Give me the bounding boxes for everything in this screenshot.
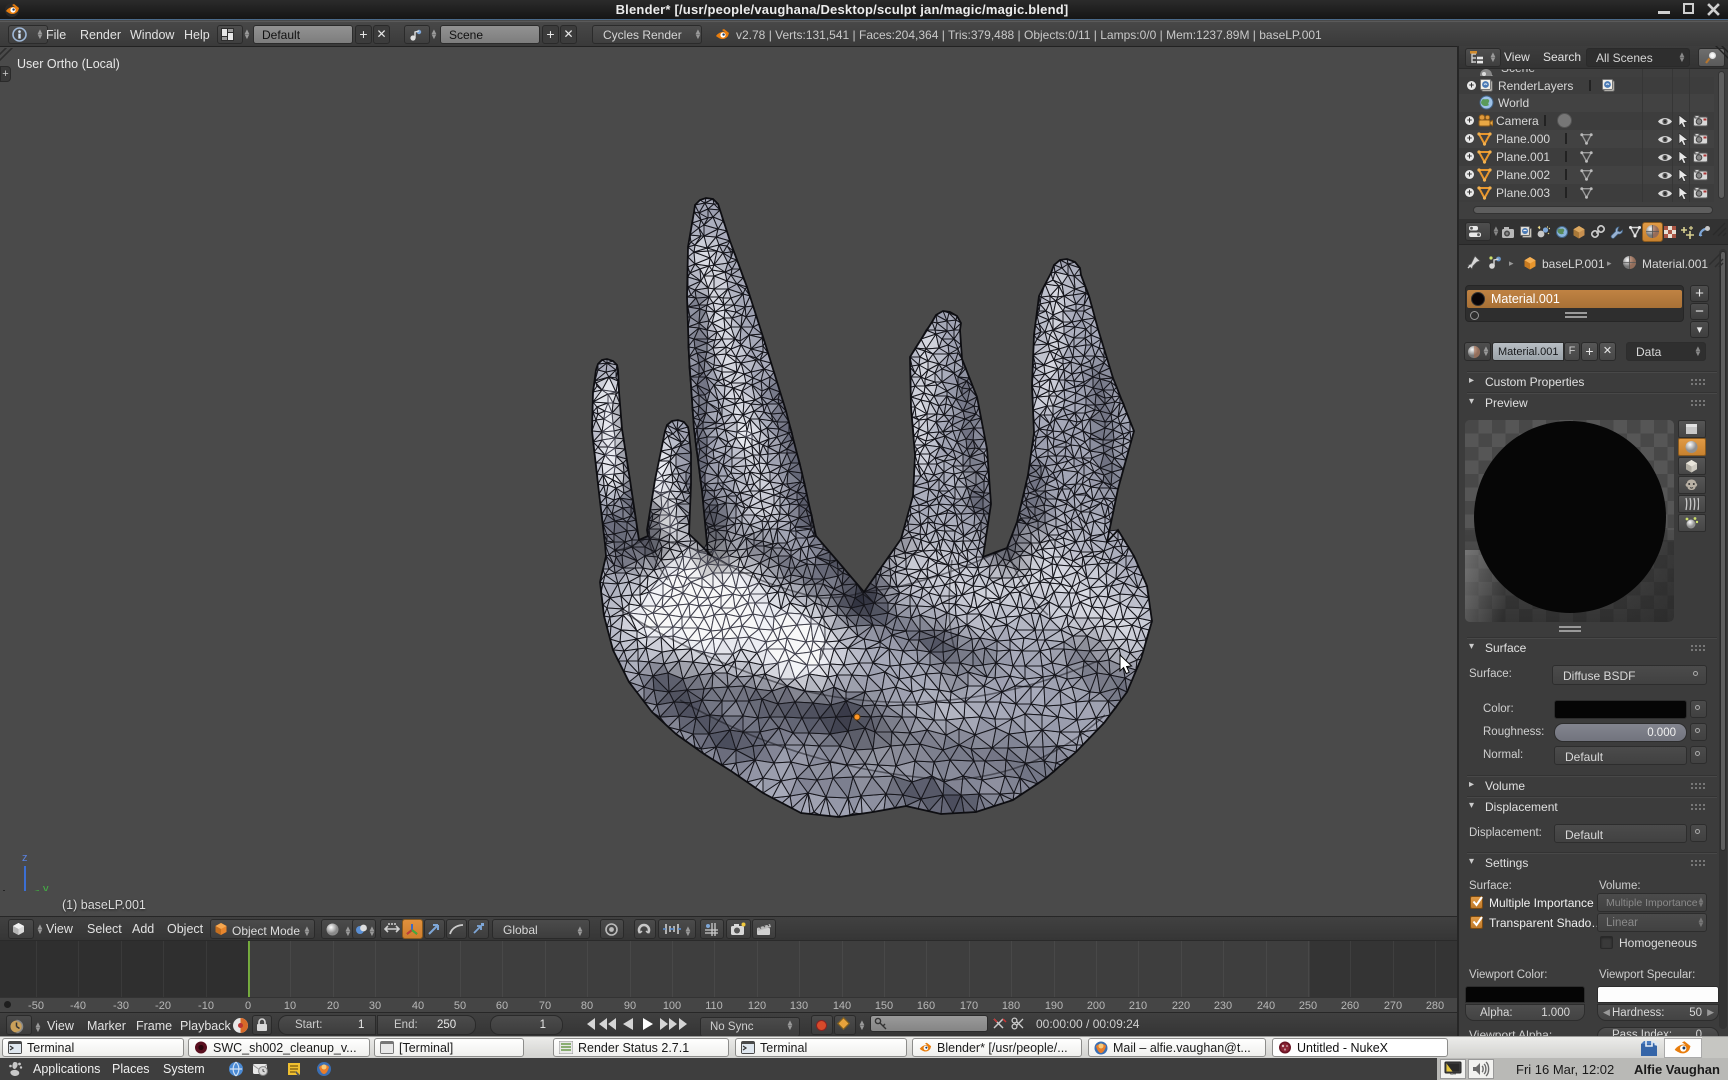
svg-text:y: y: [43, 883, 49, 891]
svg-text:z: z: [22, 852, 28, 864]
